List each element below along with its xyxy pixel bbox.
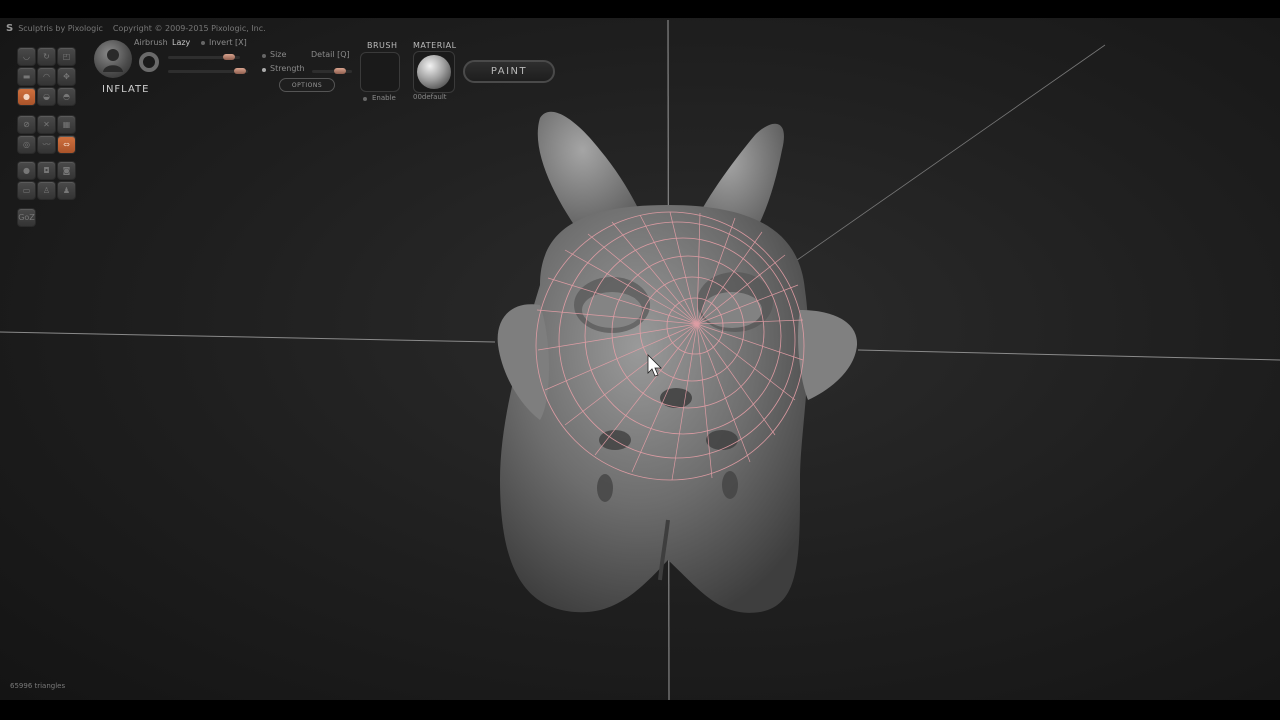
axis-line-z	[789, 44, 1106, 266]
title-bar: S Sculptris by Pixologic Copyright © 200…	[0, 18, 1280, 38]
wave-icon: 〰	[42, 140, 51, 149]
material-swatch[interactable]	[413, 51, 455, 93]
brush-texture-heading: BRUSH	[367, 41, 398, 50]
figure-tool-button[interactable]: ♙	[37, 181, 56, 200]
reduce-tool-button[interactable]: ◎	[17, 135, 36, 154]
wireframe-icon: ▦	[62, 120, 71, 129]
brush-name: INFLATE	[102, 84, 150, 95]
plane-tool-button[interactable]: ▭	[17, 181, 36, 200]
crease-tool-button[interactable]: ◰	[57, 47, 76, 66]
pinch-icon: ✥	[63, 72, 70, 81]
detail-slider-knob[interactable]	[334, 68, 346, 74]
enable-toggle[interactable]: Enable	[372, 94, 396, 102]
plane-icon: ▭	[22, 186, 31, 195]
app-title: Sculptris by Pixologic	[18, 23, 103, 33]
figure-mirror-tool-button[interactable]: ♟	[57, 181, 76, 200]
copyright-text: Copyright © 2009-2015 Pixologic, Inc.	[112, 23, 266, 33]
enable-indicator	[363, 97, 367, 101]
smooth-icon: ◠	[43, 72, 50, 81]
light-tool-button[interactable]: ◙	[57, 161, 76, 180]
detail-label: Detail [Q]	[311, 50, 350, 59]
brush-preview-avatar[interactable]	[94, 40, 132, 78]
grab-tool-button[interactable]: ◒	[37, 87, 56, 106]
smooth-tool-button[interactable]: ◠	[37, 67, 56, 86]
material-sphere-icon	[417, 55, 451, 89]
draw-tool-button[interactable]: ◡	[17, 47, 36, 66]
pinch-tool-button[interactable]: ✥	[57, 67, 76, 86]
camera-tool-button[interactable]: ◘	[37, 161, 56, 180]
sphere-icon: ●	[23, 166, 30, 175]
options-button[interactable]: OPTIONS	[279, 78, 335, 92]
airbrush-toggle[interactable]: Airbrush	[134, 38, 168, 47]
detail-slider[interactable]	[312, 68, 352, 74]
reduce-icon: ◎	[23, 140, 30, 149]
wave-tool-button[interactable]: 〰	[37, 135, 56, 154]
flatten-icon: ▬	[22, 72, 31, 81]
invert-indicator	[201, 41, 205, 45]
crease-icon: ◰	[62, 52, 71, 61]
invert-toggle[interactable]: Invert [X]	[209, 38, 247, 47]
figure-icon: ♙	[42, 186, 51, 195]
scale-icon: ◓	[63, 92, 70, 101]
triangle-count: 65996 triangles	[10, 682, 66, 690]
size-slider-knob[interactable]	[223, 54, 236, 60]
size-indicator	[262, 54, 266, 58]
figure-mirror-icon: ♟	[62, 186, 71, 195]
size-slider[interactable]	[168, 54, 240, 60]
symmetry-icon: ⊘	[23, 120, 30, 129]
strength-slider-knob[interactable]	[234, 68, 246, 74]
rotate-tool-button[interactable]: ↻	[37, 47, 56, 66]
mask-icon: ✕	[43, 120, 50, 129]
brush-texture-swatch[interactable]	[360, 52, 400, 92]
rotate-icon: ↻	[43, 52, 50, 61]
paint-button[interactable]: PAINT	[463, 60, 555, 83]
wireframe-tool-button[interactable]: ▦	[57, 115, 76, 134]
scale-tool-button[interactable]: ◓	[57, 87, 76, 106]
material-heading: MATERIAL	[413, 41, 457, 50]
light-icon: ◙	[62, 166, 71, 175]
lazy-toggle[interactable]: Lazy	[172, 38, 190, 47]
axis-line-x-right	[857, 349, 1280, 361]
sculptris-logo-icon: S	[6, 22, 14, 34]
symmetry-tool-button[interactable]: ⊘	[17, 115, 36, 134]
strength-indicator	[262, 68, 266, 72]
mirror-tool-button[interactable]: ⇔	[57, 135, 76, 154]
camera-icon: ◘	[43, 166, 50, 175]
goz-button[interactable]: GoZ	[17, 208, 36, 227]
axis-line-x-left	[0, 331, 496, 343]
sphere-tool-button[interactable]: ●	[17, 161, 36, 180]
mask-tool-button[interactable]: ✕	[37, 115, 56, 134]
strength-slider[interactable]	[168, 68, 248, 74]
size-label: Size	[270, 50, 287, 59]
mirror-icon: ⇔	[63, 140, 70, 149]
strength-label: Strength	[270, 64, 305, 73]
goz-label: GoZ	[18, 213, 35, 222]
material-name: 00default	[413, 93, 447, 101]
draw-icon: ◡	[23, 52, 30, 61]
inflate-tool-button[interactable]: ●	[17, 87, 36, 106]
grab-icon: ◒	[43, 92, 50, 101]
sculpt-scene[interactable]	[0, 0, 1280, 720]
inflate-brush-icon	[103, 49, 123, 72]
brush-falloff-icon[interactable]	[139, 52, 159, 72]
flatten-tool-button[interactable]: ▬	[17, 67, 36, 86]
inflate-icon: ●	[23, 92, 30, 101]
